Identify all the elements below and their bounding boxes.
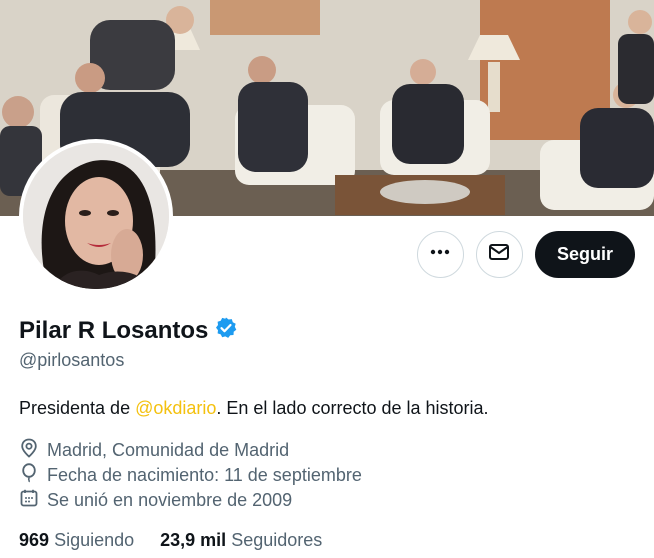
joined-text: Se unió en noviembre de 2009 (47, 490, 293, 510)
following-label: Siguiendo (54, 530, 135, 550)
profile-avatar[interactable] (19, 139, 173, 293)
more-button[interactable] (416, 231, 464, 278)
location-pin-icon (19, 438, 39, 463)
followers-count: 23,9 mil (160, 530, 227, 550)
profile-bio: Presidenta de @okdiario. En el lado corr… (19, 398, 489, 419)
followers-label: Seguidores (231, 530, 323, 550)
location-text: Madrid, Comunidad de Madrid (47, 440, 290, 460)
followers-link[interactable]: 23,9 mil Seguidores (160, 530, 322, 551)
follow-button[interactable]: Seguir (534, 231, 635, 278)
more-horizontal-icon (430, 242, 450, 267)
profile-name-row: Pilar R Losantos (19, 316, 238, 345)
profile-location: Madrid, Comunidad de Madrid (19, 438, 289, 463)
profile-actions: Seguir (416, 231, 635, 278)
balloon-icon (19, 463, 39, 488)
profile-handle: @pirlosantos (19, 350, 125, 370)
birthday-text: Fecha de nacimiento: 11 de septiembre (47, 465, 362, 485)
following-count: 969 (19, 530, 50, 550)
profile-stats: 969 Siguiendo 23,9 mil Seguidores (19, 530, 322, 551)
avatar-photo (23, 143, 169, 289)
verified-badge-icon[interactable] (214, 316, 238, 345)
calendar-icon (19, 488, 39, 513)
bio-text-suffix: . En el lado correcto de la historia. (216, 398, 489, 418)
message-button[interactable] (475, 231, 523, 278)
bio-text-prefix: Presidenta de (19, 398, 136, 418)
following-link[interactable]: 969 Siguiendo (19, 530, 134, 551)
profile-joined: Se unió en noviembre de 2009 (19, 488, 292, 513)
bio-mention-link[interactable]: @okdiario (135, 398, 216, 418)
profile-birthday: Fecha de nacimiento: 11 de septiembre (19, 463, 362, 488)
display-name: Pilar R Losantos (19, 316, 209, 344)
envelope-icon (488, 241, 510, 268)
